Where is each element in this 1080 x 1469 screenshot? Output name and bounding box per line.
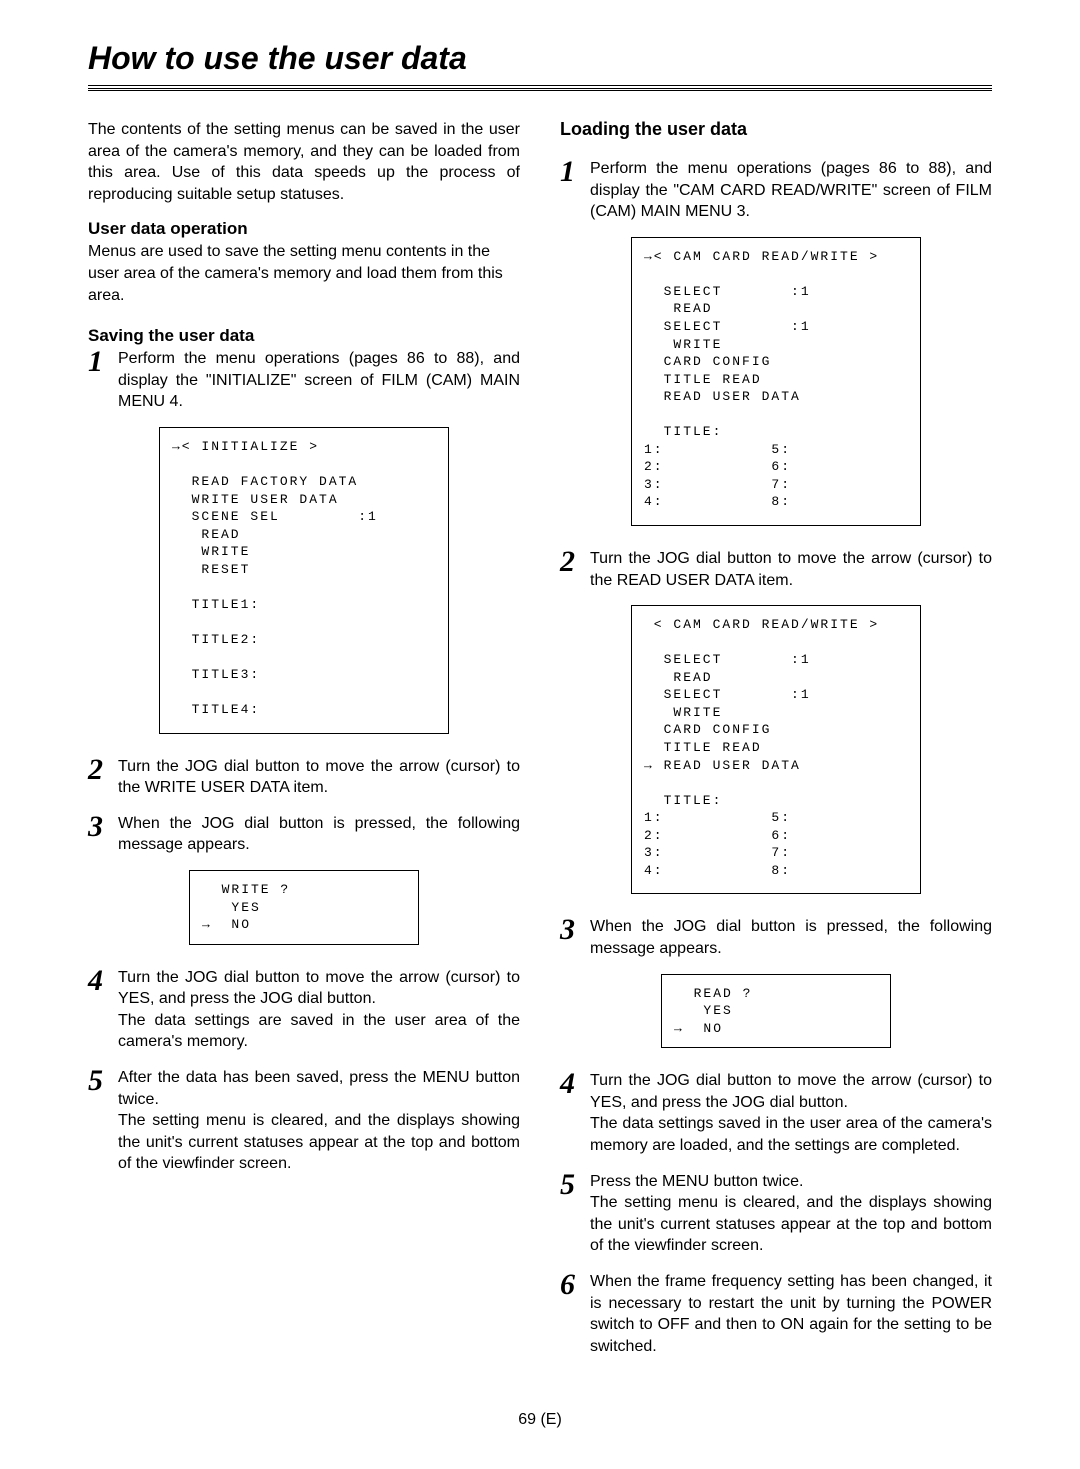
loading-heading: Loading the user data [560, 119, 992, 140]
step-text: When the frame frequency setting has bee… [590, 1271, 992, 1357]
screen-cam1-wrap: →< CAM CARD READ/WRITE > SELECT :1 READ … [560, 237, 992, 526]
step-number-icon: 3 [88, 813, 110, 840]
header-rule [88, 88, 992, 91]
loading-step-6: 6 When the frame frequency setting has b… [560, 1271, 992, 1357]
step-text: Press the MENU button twice. The setting… [590, 1171, 992, 1257]
screen-cam-card-1: →< CAM CARD READ/WRITE > SELECT :1 READ … [631, 237, 921, 526]
step-text: Perform the menu operations (pages 86 to… [590, 158, 992, 223]
screen-cam-card-2: < CAM CARD READ/WRITE > SELECT :1 READ S… [631, 605, 921, 894]
user-data-op-body: Menus are used to save the setting menu … [88, 241, 520, 306]
loading-step-5: 5 Press the MENU button twice. The setti… [560, 1171, 992, 1257]
step-number-icon: 4 [560, 1070, 582, 1097]
loading-step-2: 2 Turn the JOG dial button to move the a… [560, 548, 992, 591]
page-number: 69 (E) [88, 1411, 992, 1429]
saving-step-5: 5 After the data has been saved, press t… [88, 1067, 520, 1175]
step-number-icon: 4 [88, 967, 110, 994]
screen-read-prompt-wrap: READ ? YES → NO [560, 974, 992, 1049]
loading-step-3: 3 When the JOG dial button is pressed, t… [560, 916, 992, 959]
content-columns: The contents of the setting menus can be… [88, 119, 992, 1371]
user-data-op-heading: User data operation [88, 219, 520, 239]
step-number-icon: 3 [560, 916, 582, 943]
step-text: Turn the JOG dial button to move the arr… [118, 756, 520, 799]
step-number-icon: 1 [88, 348, 110, 375]
step-text: Turn the JOG dial button to move the arr… [590, 1070, 992, 1156]
right-column: Loading the user data 1 Perform the menu… [560, 119, 992, 1371]
step-number-icon: 2 [560, 548, 582, 575]
step-text: Turn the JOG dial button to move the arr… [590, 548, 992, 591]
step-number-icon: 5 [88, 1067, 110, 1094]
page-title: How to use the user data [88, 40, 992, 83]
screen-write-prompt: WRITE ? YES → NO [189, 870, 419, 945]
step-text: After the data has been saved, press the… [118, 1067, 520, 1175]
step-text: When the JOG dial button is pressed, the… [590, 916, 992, 959]
saving-step-4: 4 Turn the JOG dial button to move the a… [88, 967, 520, 1053]
step-number-icon: 2 [88, 756, 110, 783]
screen-read-prompt: READ ? YES → NO [661, 974, 891, 1049]
saving-step-3: 3 When the JOG dial button is pressed, t… [88, 813, 520, 856]
intro-text: The contents of the setting menus can be… [88, 119, 520, 205]
step-text: Perform the menu operations (pages 86 to… [118, 348, 520, 413]
loading-step-4: 4 Turn the JOG dial button to move the a… [560, 1070, 992, 1156]
step-text: Turn the JOG dial button to move the arr… [118, 967, 520, 1053]
screen-initialize: →< INITIALIZE > READ FACTORY DATA WRITE … [159, 427, 449, 734]
step-number-icon: 6 [560, 1271, 582, 1298]
step-number-icon: 1 [560, 158, 582, 185]
step-text: When the JOG dial button is pressed, the… [118, 813, 520, 856]
saving-heading: Saving the user data [88, 326, 520, 346]
screen-cam2-wrap: < CAM CARD READ/WRITE > SELECT :1 READ S… [560, 605, 992, 894]
saving-step-1: 1 Perform the menu operations (pages 86 … [88, 348, 520, 413]
loading-step-1: 1 Perform the menu operations (pages 86 … [560, 158, 992, 223]
screen-write-prompt-wrap: WRITE ? YES → NO [88, 870, 520, 945]
step-number-icon: 5 [560, 1171, 582, 1198]
left-column: The contents of the setting menus can be… [88, 119, 520, 1371]
saving-step-2: 2 Turn the JOG dial button to move the a… [88, 756, 520, 799]
title-row: How to use the user data [88, 40, 992, 86]
page: How to use the user data The contents of… [0, 0, 1080, 1469]
screen-initialize-wrap: →< INITIALIZE > READ FACTORY DATA WRITE … [88, 427, 520, 734]
